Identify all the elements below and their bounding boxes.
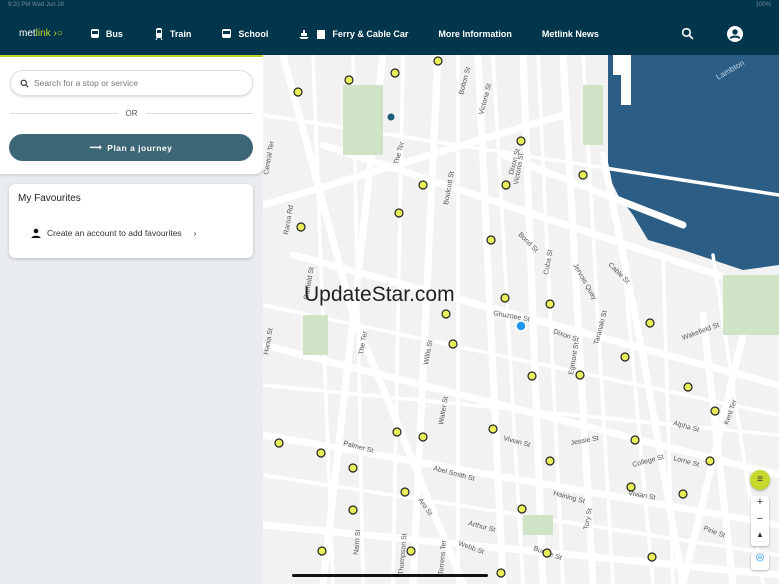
stop-marker[interactable] xyxy=(578,170,588,180)
create-account-link[interactable]: Create an account to add favourites › xyxy=(31,228,197,238)
stop-marker[interactable] xyxy=(500,293,510,303)
stop-marker[interactable] xyxy=(317,546,327,556)
nav-more-information[interactable]: More Information xyxy=(438,29,512,39)
stop-marker[interactable] xyxy=(516,136,526,146)
nav-train[interactable]: Train xyxy=(153,27,191,40)
stop-marker[interactable] xyxy=(441,309,451,319)
stop-marker[interactable] xyxy=(647,552,657,562)
search-icon xyxy=(20,79,29,88)
stop-marker[interactable] xyxy=(392,427,402,437)
filter-layers-button[interactable]: ≡ xyxy=(750,470,770,490)
stop-marker[interactable] xyxy=(527,371,537,381)
route-icon: ⟿ xyxy=(89,142,103,152)
person-icon xyxy=(31,228,41,238)
stop-marker[interactable] xyxy=(517,504,527,514)
street-label: Bolton St xyxy=(458,66,472,95)
nav-metlink-news[interactable]: Metlink News xyxy=(542,29,599,39)
nav-ferry-cable-car[interactable]: Ferry & Cable Car xyxy=(298,28,408,40)
stop-marker[interactable] xyxy=(448,339,458,349)
search-card: Search for a stop or service OR ⟿ Plan a … xyxy=(0,57,263,174)
search-icon[interactable] xyxy=(681,27,694,40)
stop-marker[interactable] xyxy=(486,235,496,245)
stop-marker[interactable] xyxy=(575,370,585,380)
stop-marker[interactable] xyxy=(390,68,400,78)
stop-marker[interactable] xyxy=(418,432,428,442)
stop-marker[interactable] xyxy=(678,489,688,499)
street-label: Hania St xyxy=(263,328,275,356)
stop-marker[interactable] xyxy=(488,424,498,434)
sea xyxy=(608,55,779,270)
home-indicator xyxy=(292,574,488,577)
metlink-logo[interactable]: metlink ›○ xyxy=(19,28,63,39)
stop-marker[interactable] xyxy=(316,448,326,458)
cable-car-icon xyxy=(317,29,326,39)
stop-marker[interactable] xyxy=(626,482,636,492)
account-icon[interactable] xyxy=(727,25,743,42)
status-battery: 100% xyxy=(755,2,771,8)
stop-marker[interactable] xyxy=(545,299,555,309)
favourites-card: My Favourites Create an account to add f… xyxy=(9,184,253,258)
stop-marker[interactable] xyxy=(418,180,428,190)
compass-icon[interactable]: ▲ xyxy=(751,530,769,546)
current-location-dot xyxy=(515,320,527,332)
street-label: Arthur St xyxy=(467,520,496,534)
status-bar: 9:20 PM Wed Jun 28 100% xyxy=(0,0,779,12)
stop-marker[interactable] xyxy=(348,463,358,473)
stop-marker[interactable] xyxy=(406,546,416,556)
top-nav: metlink ›○ Bus Train School Ferry & Cabl… xyxy=(0,12,779,55)
stop-marker[interactable] xyxy=(501,180,511,190)
watermark: UpdateStar.com xyxy=(304,283,455,306)
stop-marker[interactable] xyxy=(400,487,410,497)
stop-marker[interactable] xyxy=(344,75,354,85)
plan-journey-button[interactable]: ⟿ Plan a journey xyxy=(9,134,253,161)
stop-marker[interactable] xyxy=(274,438,284,448)
school-bus-icon xyxy=(222,28,232,38)
stop-marker[interactable] xyxy=(683,382,693,392)
stop-marker-dark xyxy=(387,113,395,121)
chevron-right-icon: › xyxy=(193,228,197,238)
stop-marker[interactable] xyxy=(620,352,630,362)
nav-bus[interactable]: Bus xyxy=(89,28,123,40)
nav-school[interactable]: School xyxy=(221,28,268,40)
bus-icon xyxy=(90,28,99,38)
favourites-title: My Favourites xyxy=(18,193,81,204)
stop-marker[interactable] xyxy=(293,87,303,97)
or-divider: OR xyxy=(10,109,253,118)
stop-marker[interactable] xyxy=(348,505,358,515)
stop-marker[interactable] xyxy=(710,406,720,416)
search-input[interactable]: Search for a stop or service xyxy=(10,70,253,96)
street-label: Central Ter xyxy=(263,140,276,175)
street-label: Pirie St xyxy=(702,525,726,539)
map[interactable]: The Ter Boulcott St Willis St Victoria St Cu… xyxy=(263,55,779,584)
street-label: Alpha St xyxy=(672,420,699,434)
zoom-out-button[interactable]: − xyxy=(751,513,769,530)
street-label: Raroa Rd xyxy=(283,205,295,236)
status-time: 9:20 PM Wed Jun 28 xyxy=(8,2,64,8)
stop-marker[interactable] xyxy=(645,318,655,328)
street-label: Cuba St xyxy=(543,249,554,275)
zoom-in-button[interactable]: + xyxy=(751,496,769,513)
stop-marker[interactable] xyxy=(630,435,640,445)
stop-marker[interactable] xyxy=(545,456,555,466)
ferry-icon xyxy=(299,29,310,39)
stop-marker[interactable] xyxy=(542,548,552,558)
zoom-controls: + − ▲ xyxy=(751,496,769,546)
stop-marker[interactable] xyxy=(433,56,443,66)
stop-marker[interactable] xyxy=(496,568,506,578)
stop-marker[interactable] xyxy=(705,456,715,466)
locate-me-button[interactable]: ◎ xyxy=(751,552,769,570)
stop-marker[interactable] xyxy=(394,208,404,218)
train-icon xyxy=(155,27,163,40)
side-panel: Search for a stop or service OR ⟿ Plan a … xyxy=(0,57,263,584)
stop-marker[interactable] xyxy=(296,222,306,232)
